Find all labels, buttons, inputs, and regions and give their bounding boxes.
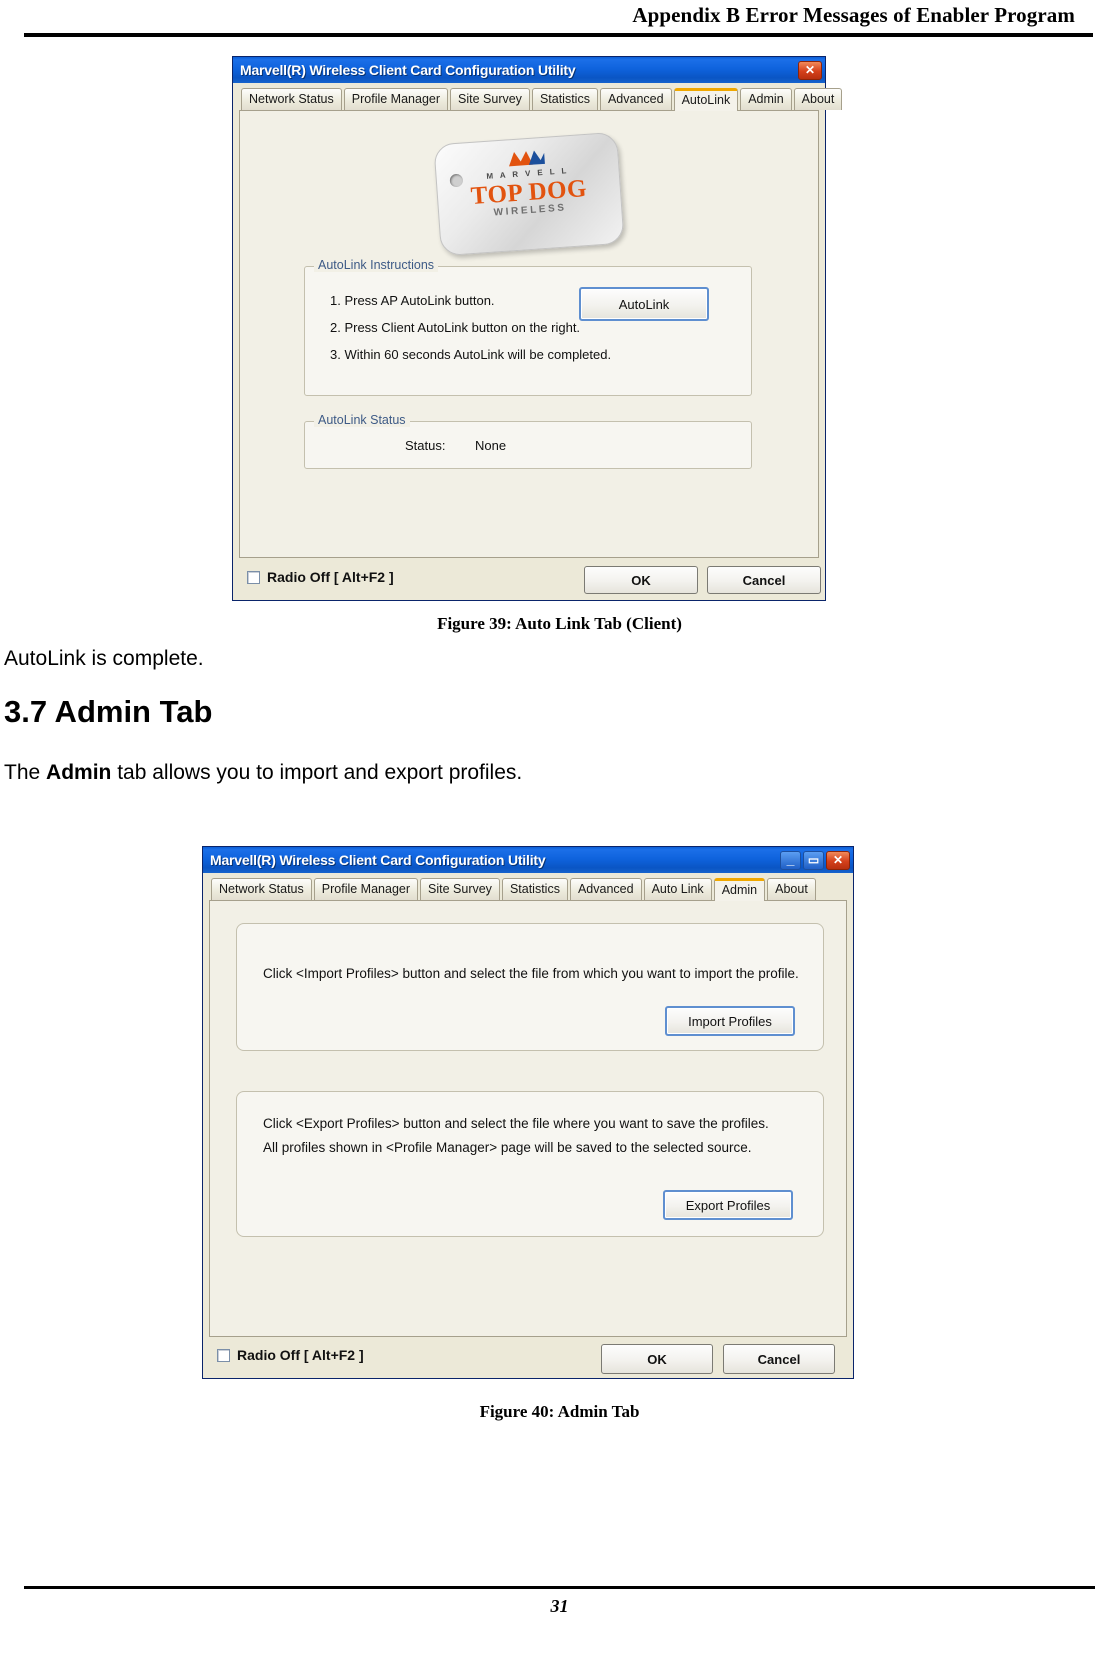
- autolink-tabpage: M A R V E L L TOP DOG WIRELESS AutoLink …: [239, 110, 819, 558]
- instruction-step-1: 1. Press AP AutoLink button.: [330, 293, 495, 308]
- radio-off-label: Radio Off [ Alt+F2 ]: [267, 569, 394, 585]
- instruction-step-2: 2. Press Client AutoLink button on the r…: [330, 320, 581, 335]
- minimize-icon[interactable]: _: [780, 850, 801, 870]
- admin-tab-profile-manager[interactable]: Profile Manager: [313, 878, 419, 900]
- radio-off-checkbox-row[interactable]: Radio Off [ Alt+F2 ]: [217, 1347, 364, 1363]
- tab-label: Auto Link: [651, 882, 704, 896]
- paragraph-admin-intro: The Admin tab allows you to import and e…: [4, 759, 522, 786]
- footer-rule: [24, 1586, 1095, 1589]
- admin-dialog-window[interactable]: Marvell(R) Wireless Client Card Configur…: [202, 846, 854, 1379]
- autolink-footer-bar: Radio Off [ Alt+F2 ] OK Cancel: [233, 560, 825, 600]
- admin-window-title: Marvell(R) Wireless Client Card Configur…: [210, 852, 546, 868]
- paragraph-autolink-complete: AutoLink is complete.: [4, 647, 204, 670]
- admin-tab-statistics[interactable]: Statistics: [501, 878, 568, 900]
- admin-tab-admin[interactable]: Admin: [713, 878, 766, 901]
- admin-tab-advanced[interactable]: Advanced: [569, 878, 642, 900]
- figure-40-caption: Figure 40: Admin Tab: [479, 1402, 640, 1421]
- admin-tabstrip[interactable]: Network Status Profile Manager Site Survey…: [203, 873, 853, 901]
- section-heading-admin-tab: 3.7 Admin Tab: [4, 694, 213, 729]
- autolink-tab-network-status[interactable]: Network Status: [241, 88, 342, 110]
- autolink-titlebar[interactable]: Marvell(R) Wireless Client Card Configur…: [233, 57, 825, 83]
- radio-off-label: Radio Off [ Alt+F2 ]: [237, 1347, 364, 1363]
- tab-label: Statistics: [539, 92, 590, 106]
- autolink-window-title: Marvell(R) Wireless Client Card Configur…: [240, 62, 576, 78]
- import-profiles-group: Click <Import Profiles> button and selec…: [236, 923, 824, 1051]
- page-number: 31: [550, 1596, 569, 1616]
- autolink-tab-profile-manager[interactable]: Profile Manager: [343, 88, 449, 110]
- autolink-tab-site-survey[interactable]: Site Survey: [450, 88, 530, 110]
- tab-label: Site Survey: [458, 92, 522, 106]
- admin-tabpage: Click <Import Profiles> button and selec…: [209, 900, 847, 1337]
- tab-label: Network Status: [249, 92, 334, 106]
- autolink-status-label: AutoLink Status: [314, 413, 410, 427]
- export-profiles-group: Click <Export Profiles> button and selec…: [236, 1091, 824, 1237]
- status-field-label: Status:: [405, 438, 446, 453]
- running-header-title: Appendix B Error Messages of Enabler Pro…: [632, 3, 1075, 27]
- admin-tab-about[interactable]: About: [767, 878, 816, 900]
- admin-titlebar[interactable]: Marvell(R) Wireless Client Card Configur…: [203, 847, 853, 873]
- admin-window-controls[interactable]: _ ▭ ✕: [780, 850, 850, 870]
- tab-label: Network Status: [219, 882, 304, 896]
- admin-footer-bar: Radio Off [ Alt+F2 ] OK Cancel: [203, 1338, 853, 1378]
- close-icon[interactable]: ✕: [798, 60, 822, 80]
- cancel-button[interactable]: Cancel: [707, 566, 821, 594]
- tab-label: About: [801, 92, 835, 106]
- radio-off-checkbox[interactable]: [247, 570, 260, 584]
- autolink-dialog-window[interactable]: Marvell(R) Wireless Client Card Configur…: [232, 56, 843, 601]
- paragraph-admin-part1: The: [4, 761, 47, 784]
- autolink-tab-autolink[interactable]: AutoLink: [673, 88, 739, 111]
- autolink-instructions-label: AutoLink Instructions: [314, 258, 439, 272]
- tab-label: About: [775, 882, 808, 896]
- tab-label: Admin: [721, 883, 758, 897]
- autolink-status-group: AutoLink Status Status: None: [304, 413, 752, 469]
- autolink-tab-advanced[interactable]: Advanced: [599, 88, 672, 110]
- radio-off-checkbox[interactable]: [217, 1348, 230, 1362]
- import-profiles-button[interactable]: Import Profiles: [665, 1006, 795, 1036]
- marvell-m-icon: [509, 150, 545, 167]
- export-instruction-line-2: All profiles shown in <Profile Manager> …: [263, 1140, 752, 1155]
- autolink-tabstrip[interactable]: Network Status Profile Manager Site Survey…: [233, 83, 843, 111]
- import-instruction-text: Click <Import Profiles> button and selec…: [263, 966, 799, 981]
- header-rule: [24, 33, 1093, 37]
- radio-off-checkbox-row[interactable]: Radio Off [ Alt+F2 ]: [247, 569, 394, 585]
- autolink-tab-statistics[interactable]: Statistics: [531, 88, 598, 110]
- figure-39-caption: Figure 39: Auto Link Tab (Client): [437, 614, 682, 633]
- cancel-button[interactable]: Cancel: [723, 1344, 835, 1374]
- autolink-tab-about[interactable]: About: [793, 88, 843, 110]
- marvell-top-dog-logo: M A R V E L L TOP DOG WIRELESS: [240, 129, 818, 259]
- tab-label: Site Survey: [428, 882, 492, 896]
- running-header: Appendix B Error Messages of Enabler Pro…: [0, 0, 1119, 37]
- autolink-window-controls[interactable]: ✕: [798, 60, 822, 80]
- close-icon[interactable]: ✕: [826, 850, 850, 870]
- status-field-value: None: [475, 438, 507, 453]
- tab-label: Advanced: [607, 92, 664, 106]
- export-profiles-button[interactable]: Export Profiles: [663, 1190, 793, 1220]
- instruction-step-3: 3. Within 60 seconds AutoLink will be co…: [330, 347, 612, 362]
- tab-label: Advanced: [577, 882, 634, 896]
- tab-label: Profile Manager: [351, 92, 441, 106]
- tab-label: Statistics: [509, 882, 560, 896]
- paragraph-admin-part2: tab allows you to import and export prof…: [111, 761, 523, 784]
- admin-tab-auto-link[interactable]: Auto Link: [643, 878, 712, 900]
- tab-label: Profile Manager: [321, 882, 411, 896]
- tab-label: AutoLink: [681, 93, 731, 107]
- autolink-tab-admin[interactable]: Admin: [740, 88, 792, 110]
- autolink-button[interactable]: AutoLink: [579, 287, 709, 321]
- dogtag-shape: M A R V E L L TOP DOG WIRELESS: [433, 131, 625, 257]
- admin-tab-site-survey[interactable]: Site Survey: [420, 878, 500, 900]
- document-page: Appendix B Error Messages of Enabler Pro…: [0, 0, 1119, 1659]
- autolink-instructions-group: AutoLink Instructions 1. Press AP AutoLi…: [304, 258, 752, 396]
- tab-label: Admin: [748, 92, 784, 106]
- paragraph-admin-bold: Admin: [46, 761, 112, 784]
- ok-button[interactable]: OK: [601, 1344, 713, 1374]
- export-instruction-line-1: Click <Export Profiles> button and selec…: [263, 1116, 769, 1131]
- admin-tab-network-status[interactable]: Network Status: [211, 878, 312, 900]
- maximize-icon[interactable]: ▭: [803, 850, 824, 870]
- ok-button[interactable]: OK: [584, 566, 698, 594]
